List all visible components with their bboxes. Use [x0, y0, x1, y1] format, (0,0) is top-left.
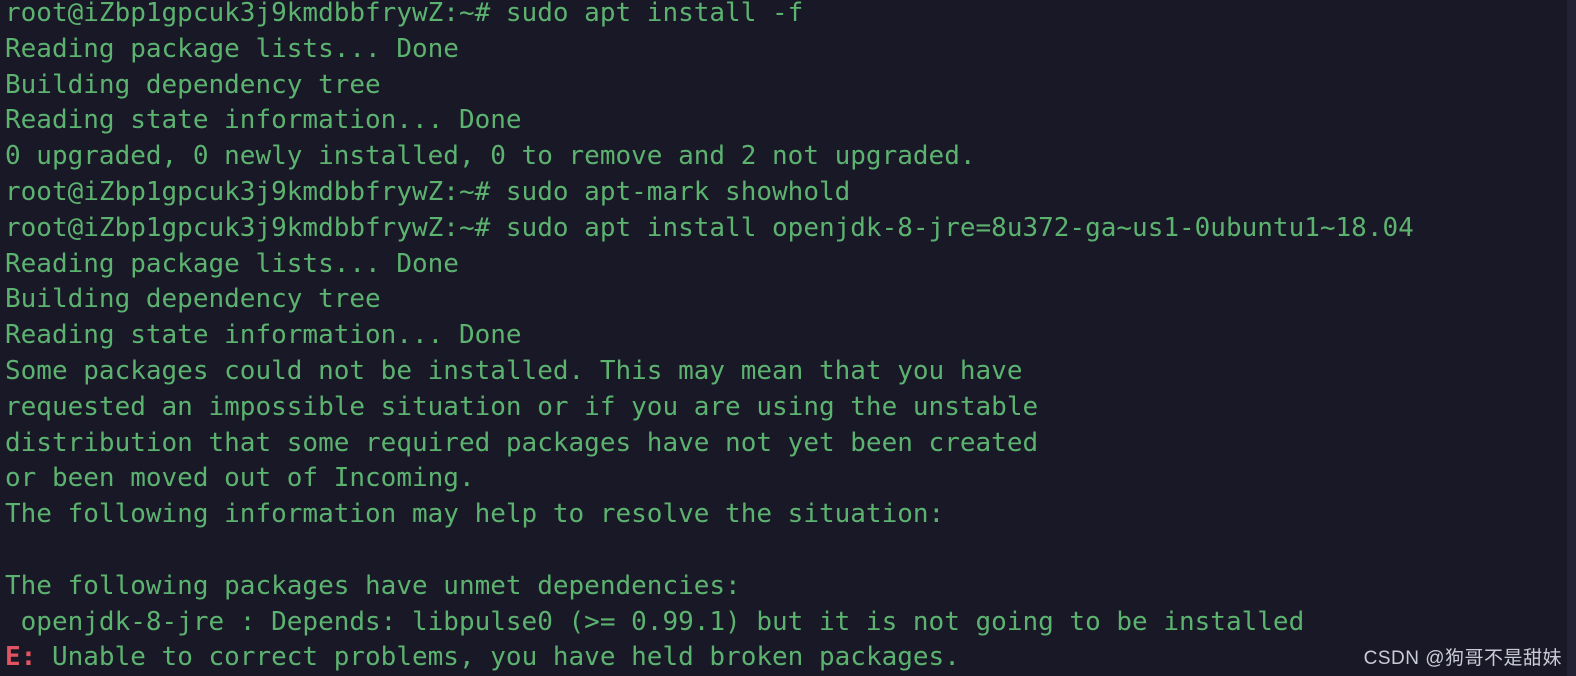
terminal-line: 0 upgraded, 0 newly installed, 0 to remo… — [5, 141, 976, 172]
error-prefix: E: — [5, 642, 37, 673]
terminal-line: Some packages could not be installed. Th… — [5, 355, 1023, 386]
terminal-scrollbar[interactable] — [1567, 0, 1576, 676]
terminal-line: or been moved out of Incoming. — [5, 463, 475, 494]
terminal-line: The following information may help to re… — [5, 499, 945, 530]
terminal-line: Reading state information... Done — [5, 105, 522, 136]
terminal-line: root@iZbp1gpcuk3j9kmdbbfrywZ:~# sudo apt… — [5, 0, 804, 28]
terminal-line: requested an impossible situation or if … — [5, 391, 1039, 422]
terminal-line: Reading package lists... Done — [5, 248, 459, 279]
terminal-line: The following packages have unmet depend… — [5, 570, 741, 601]
terminal-window[interactable]: root@iZbp1gpcuk3j9kmdbbfrywZ:~# sudo apt… — [0, 0, 1576, 676]
terminal-line: root@iZbp1gpcuk3j9kmdbbfrywZ:~# sudo apt… — [5, 212, 1414, 243]
terminal-line: Reading package lists... Done — [5, 33, 459, 64]
csdn-watermark: CSDN @狗哥不是甜妹 — [1363, 648, 1562, 669]
terminal-line: distribution that some required packages… — [5, 427, 1039, 458]
terminal-line: Building dependency tree — [5, 69, 381, 100]
terminal-line: root@iZbp1gpcuk3j9kmdbbfrywZ:~# sudo apt… — [5, 176, 851, 207]
terminal-screen-buffer[interactable]: root@iZbp1gpcuk3j9kmdbbfrywZ:~# sudo apt… — [0, 0, 1576, 676]
terminal-line: E: Unable to correct problems, you have … — [0, 640, 1576, 676]
error-message: Unable to correct problems, you have hel… — [36, 642, 960, 673]
terminal-line: openjdk-8-jre : Depends: libpulse0 (>= 0… — [5, 606, 1305, 637]
terminal-line: Building dependency tree — [5, 284, 381, 315]
terminal-line: Reading state information... Done — [5, 320, 522, 351]
